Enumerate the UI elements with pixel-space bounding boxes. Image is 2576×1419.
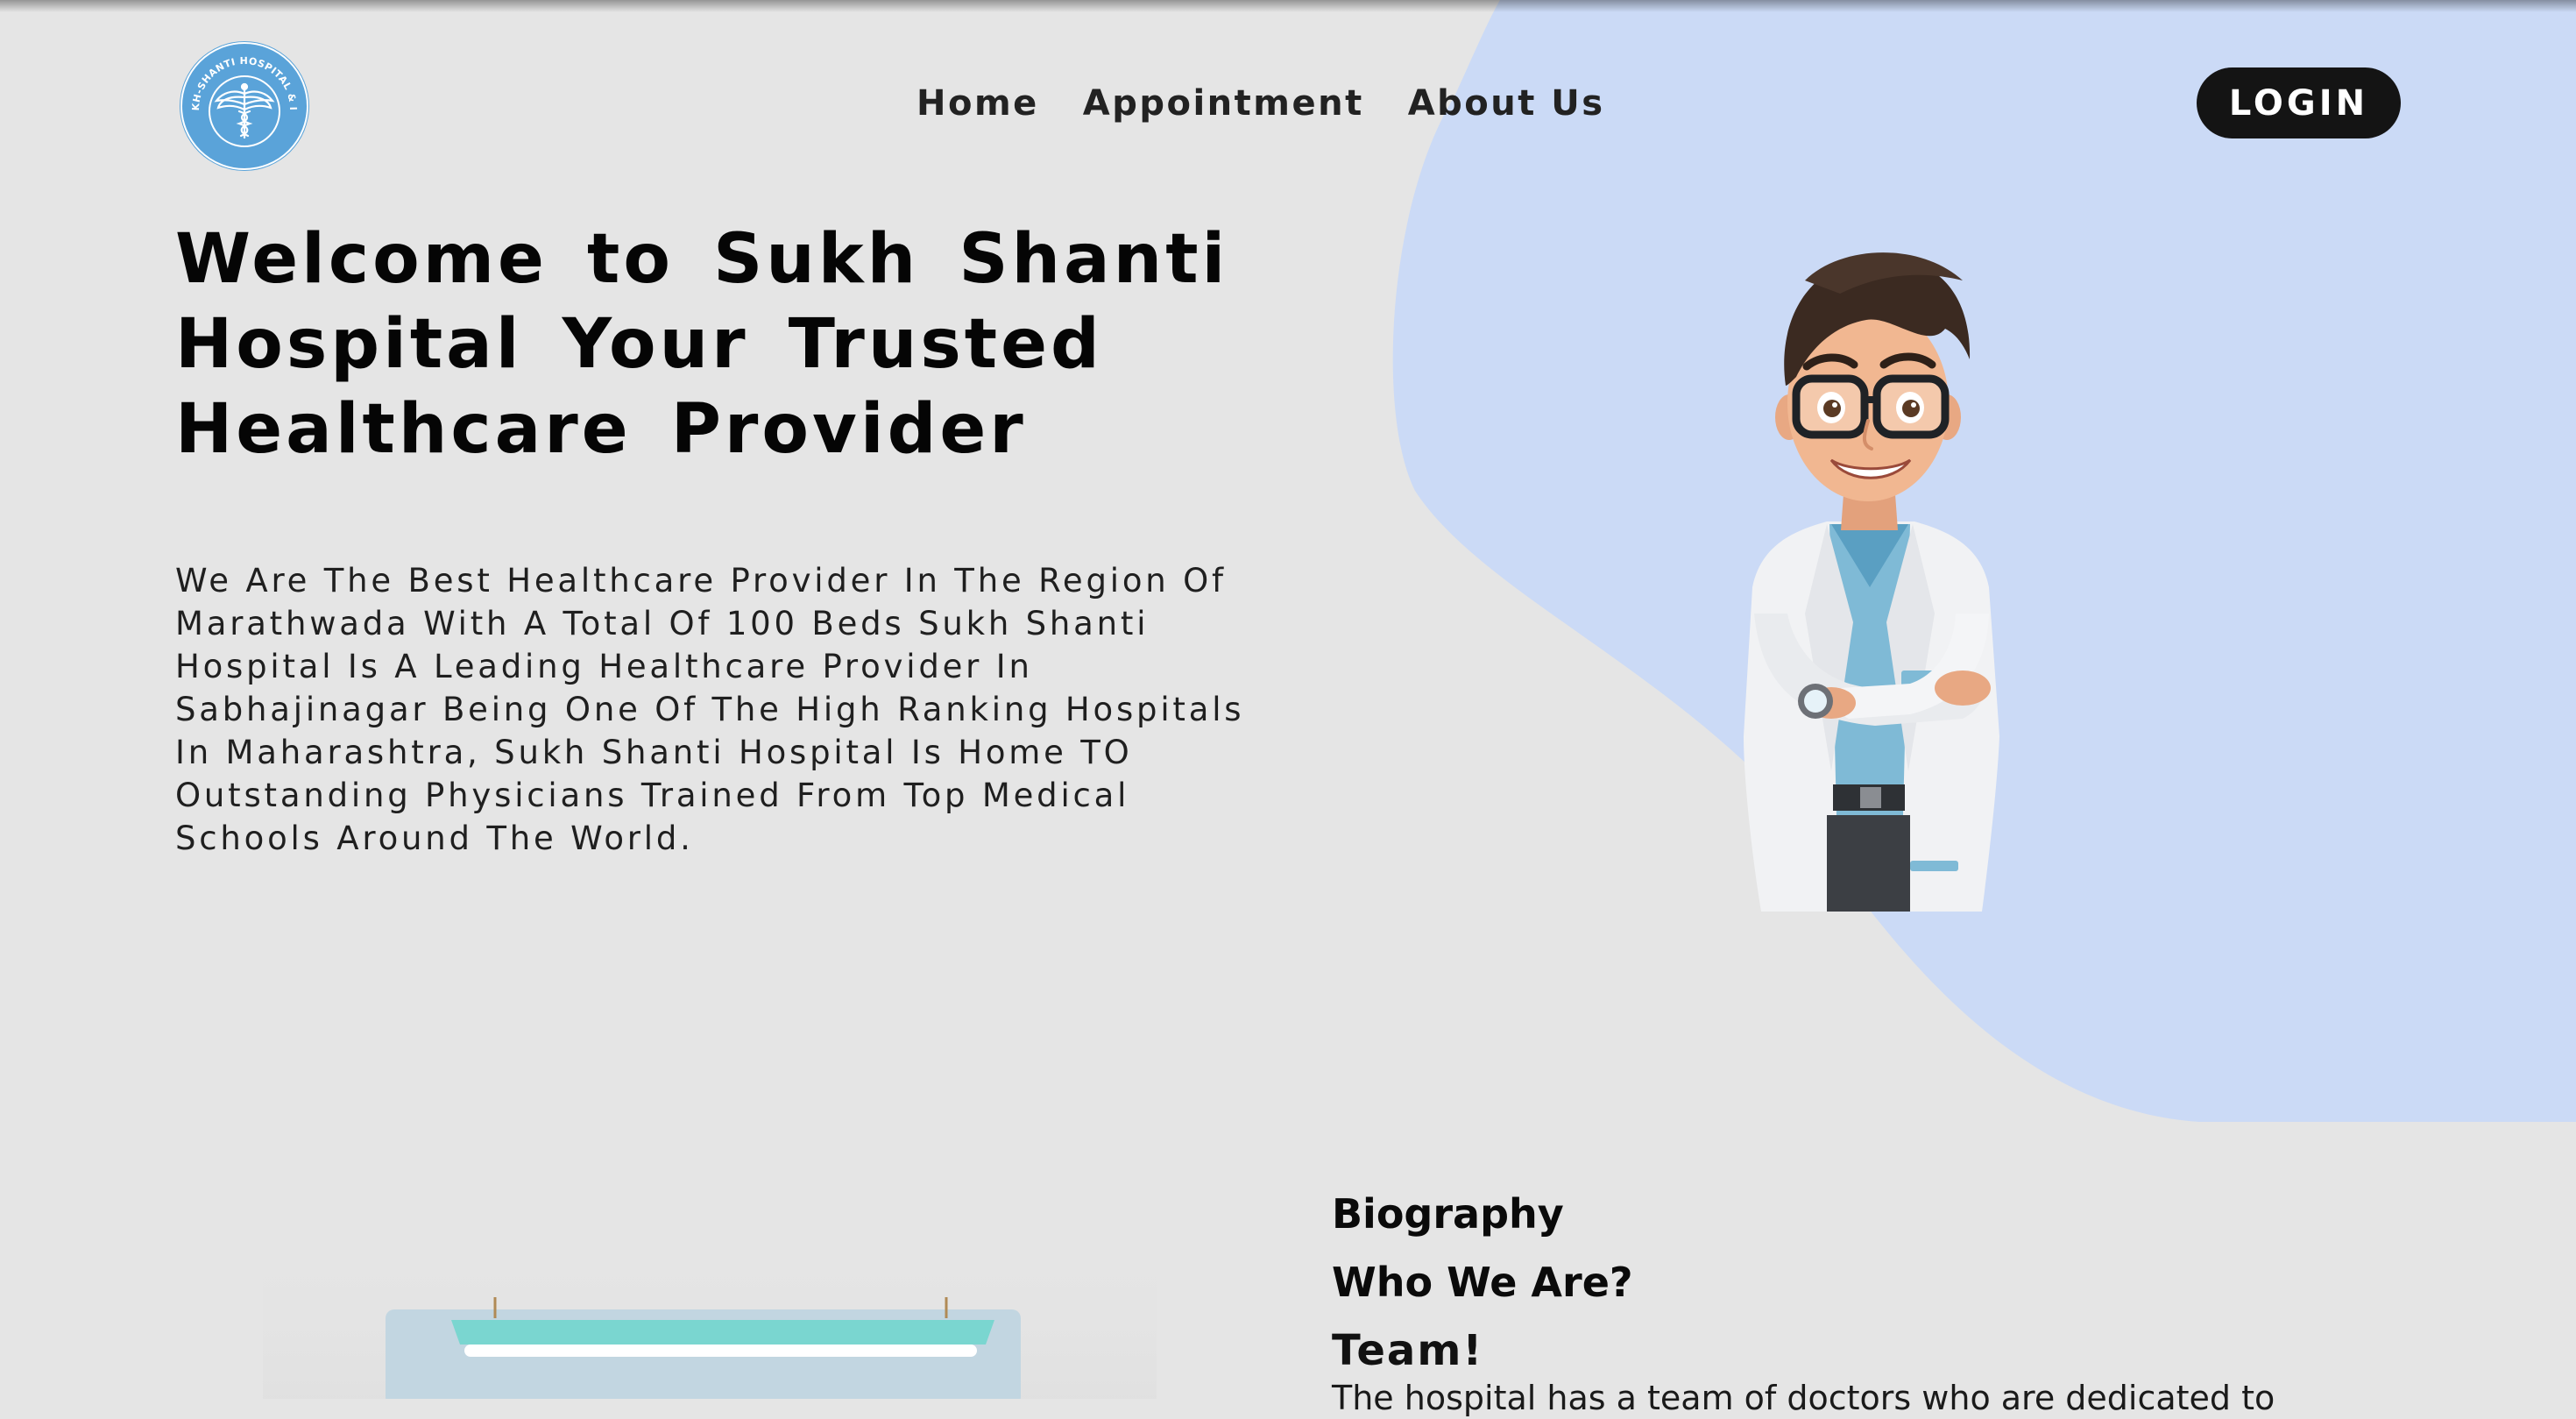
main-nav: Home Appointment About Us bbox=[916, 77, 1605, 130]
team-subheading: Team! bbox=[1332, 1326, 1484, 1375]
biography-label: Biography bbox=[1332, 1190, 1564, 1238]
login-button[interactable]: LOGIN bbox=[2197, 67, 2401, 138]
nav-home-link[interactable]: Home bbox=[916, 77, 1039, 130]
about-section: Biography Who We Are? Team! The hospital… bbox=[1332, 1188, 2471, 1419]
about-text: The hospital has a team of doctors who a… bbox=[1332, 1379, 2275, 1417]
nav-about-us-link[interactable]: About Us bbox=[1408, 77, 1605, 130]
hero-title: Welcome to Sukh Shanti Hospital Your Tru… bbox=[175, 220, 1229, 469]
hero-description: We Are The Best Healthcare Provider In T… bbox=[175, 562, 1245, 857]
top-shadow bbox=[0, 0, 2576, 12]
nav-appointment-link[interactable]: Appointment bbox=[1083, 77, 1364, 130]
hospital-logo[interactable]: SUKH-SHANTI HOSPITAL & ICU bbox=[178, 39, 311, 173]
doctor-illustration bbox=[1744, 252, 1999, 912]
who-we-are-heading: Who We Are? bbox=[1332, 1259, 1633, 1306]
clinic-image bbox=[263, 1236, 1157, 1399]
